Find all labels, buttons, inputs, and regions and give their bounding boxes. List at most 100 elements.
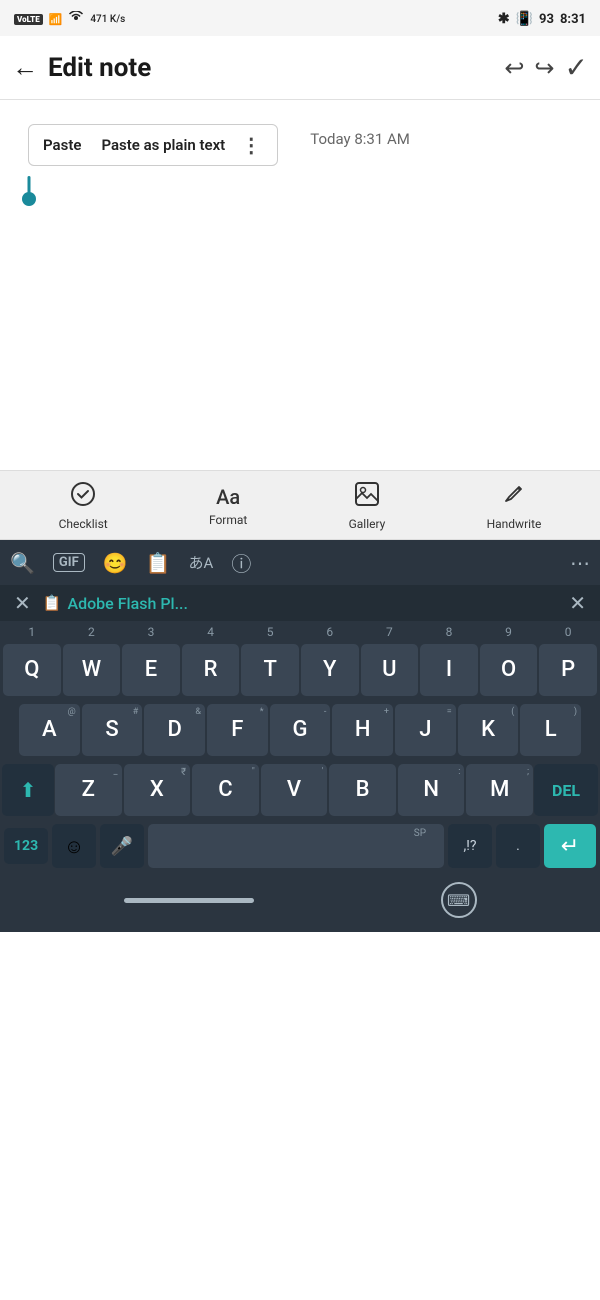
space-sp-label: SP	[414, 828, 426, 839]
key-v[interactable]: 'V	[261, 764, 328, 816]
save-button[interactable]: ✓	[565, 51, 588, 84]
num-6[interactable]: 6	[300, 625, 360, 640]
paste-more-button[interactable]: ⋮	[235, 131, 267, 159]
num-4[interactable]: 4	[181, 625, 241, 640]
checklist-icon	[70, 481, 96, 513]
key-y[interactable]: Y	[301, 644, 359, 696]
key-e[interactable]: E	[122, 644, 180, 696]
format-tool[interactable]: Aa Format	[209, 485, 247, 527]
zxcv-row: ⬆ _Z ₹X "C 'V B :N ;M DEL	[0, 760, 600, 820]
num-5[interactable]: 5	[240, 625, 300, 640]
checklist-label: Checklist	[59, 517, 108, 531]
format-label: Format	[209, 513, 247, 527]
key-p[interactable]: P	[539, 644, 597, 696]
key-g[interactable]: -G	[270, 704, 331, 756]
key-r[interactable]: R	[182, 644, 240, 696]
key-c[interactable]: "C	[192, 764, 259, 816]
num-0[interactable]: 0	[538, 625, 598, 640]
num-7[interactable]: 7	[360, 625, 420, 640]
mic-key[interactable]: 🎤	[100, 824, 144, 868]
key-n[interactable]: :N	[398, 764, 465, 816]
bottom-kb-row: 123 ☺ 🎤 SP ,!? . ↵	[0, 820, 600, 872]
key-o[interactable]: O	[480, 644, 538, 696]
asdf-row: @A #S &D *F -G +H =J (K )L	[0, 700, 600, 760]
delete-key[interactable]: DEL	[534, 764, 598, 816]
key-q[interactable]: Q	[3, 644, 61, 696]
number-row: 1 2 3 4 5 6 7 8 9 0	[0, 621, 600, 640]
key-x[interactable]: ₹X	[124, 764, 191, 816]
kb-search-icon[interactable]: 🔍	[10, 551, 35, 575]
shift-key[interactable]: ⬆	[2, 764, 54, 816]
kb-translate-icon[interactable]: あA	[189, 552, 214, 573]
wifi-icon	[68, 11, 84, 28]
enter-key[interactable]: ↵	[544, 824, 596, 868]
clipboard-row: ✕ 📋 Adobe Flash Pl... ✕	[0, 585, 600, 621]
app-bar-actions: ↩ ↪ ✓	[504, 51, 588, 84]
handwrite-label: Handwrite	[487, 517, 542, 531]
note-area[interactable]: Paste Paste as plain text ⋮ Today 8:31 A…	[0, 100, 600, 470]
kb-gif-button[interactable]: GIF	[53, 553, 85, 572]
key-b[interactable]: B	[329, 764, 396, 816]
gallery-label: Gallery	[349, 517, 386, 531]
qwerty-row: Q W E R T Y U I O P	[0, 640, 600, 700]
paste-plain-button[interactable]: Paste as plain text	[91, 132, 235, 158]
key-u[interactable]: U	[361, 644, 419, 696]
gallery-tool[interactable]: Gallery	[349, 481, 386, 531]
nav-bar: ⌨	[0, 872, 600, 932]
bottom-tools: Checklist Aa Format Gallery Handwrite	[0, 470, 600, 540]
paste-button[interactable]: Paste	[39, 132, 91, 158]
key-d[interactable]: &D	[144, 704, 205, 756]
app-bar: ← Edit note ↩ ↪ ✓	[0, 36, 600, 100]
key-l[interactable]: )L	[520, 704, 581, 756]
text-cursor	[22, 192, 36, 206]
back-button[interactable]: ←	[12, 52, 38, 83]
handwrite-tool[interactable]: Handwrite	[487, 481, 542, 531]
clipboard-suggestion-text[interactable]: Adobe Flash Pl...	[67, 594, 569, 613]
key-a[interactable]: @A	[19, 704, 80, 756]
punct-key[interactable]: ,!?	[448, 824, 492, 868]
time-display: 8:31	[560, 12, 586, 27]
num-3[interactable]: 3	[121, 625, 181, 640]
text-input-area[interactable]	[0, 166, 600, 266]
key-s[interactable]: #S	[82, 704, 143, 756]
kb-info-icon[interactable]: ⓘ	[231, 548, 251, 577]
paste-toolbar: Paste Paste as plain text ⋮	[28, 124, 278, 166]
kb-more-icon[interactable]: ⋯	[570, 551, 590, 575]
keyboard-top-row: 🔍 GIF 😊 📋 あA ⓘ ⋯	[0, 540, 600, 585]
clipboard-dismiss-right[interactable]: ✕	[569, 591, 586, 615]
kb-clipboard-icon[interactable]: 📋	[146, 551, 171, 575]
num-8[interactable]: 8	[419, 625, 479, 640]
key-w[interactable]: W	[63, 644, 121, 696]
volte-badge: VoLTE	[14, 14, 43, 25]
numbers-key[interactable]: 123	[4, 828, 48, 864]
num-2[interactable]: 2	[62, 625, 122, 640]
keyboard-area: 🔍 GIF 😊 📋 あA ⓘ ⋯ ✕ 📋 Adobe Flash Pl... ✕…	[0, 540, 600, 932]
data-speed: 471 K/s	[90, 14, 125, 25]
status-right: ✱ 📳 93 8:31	[498, 11, 586, 27]
page-title: Edit note	[48, 53, 504, 83]
key-t[interactable]: T	[241, 644, 299, 696]
key-h[interactable]: +H	[332, 704, 393, 756]
undo-button[interactable]: ↩	[504, 54, 524, 82]
dot-key[interactable]: .	[496, 824, 540, 868]
num-1[interactable]: 1	[2, 625, 62, 640]
space-key[interactable]: SP	[148, 824, 444, 868]
emoji-key[interactable]: ☺	[52, 824, 96, 868]
clipboard-dismiss-left[interactable]: ✕	[14, 591, 31, 615]
battery-level: 93	[539, 12, 554, 27]
status-bar: VoLTE 📶 471 K/s ✱ 📳 93 8:31	[0, 0, 600, 36]
key-f[interactable]: *F	[207, 704, 268, 756]
key-m[interactable]: ;M	[466, 764, 533, 816]
keyboard-icon[interactable]: ⌨	[441, 882, 477, 918]
format-icon: Aa	[216, 485, 240, 509]
num-9[interactable]: 9	[479, 625, 539, 640]
redo-button[interactable]: ↪	[534, 54, 554, 82]
home-pill[interactable]	[124, 898, 254, 903]
key-z[interactable]: _Z	[55, 764, 122, 816]
checklist-tool[interactable]: Checklist	[59, 481, 108, 531]
handwrite-icon	[501, 481, 527, 513]
kb-sticker-icon[interactable]: 😊	[103, 551, 128, 575]
key-i[interactable]: I	[420, 644, 478, 696]
key-j[interactable]: =J	[395, 704, 456, 756]
key-k[interactable]: (K	[458, 704, 519, 756]
